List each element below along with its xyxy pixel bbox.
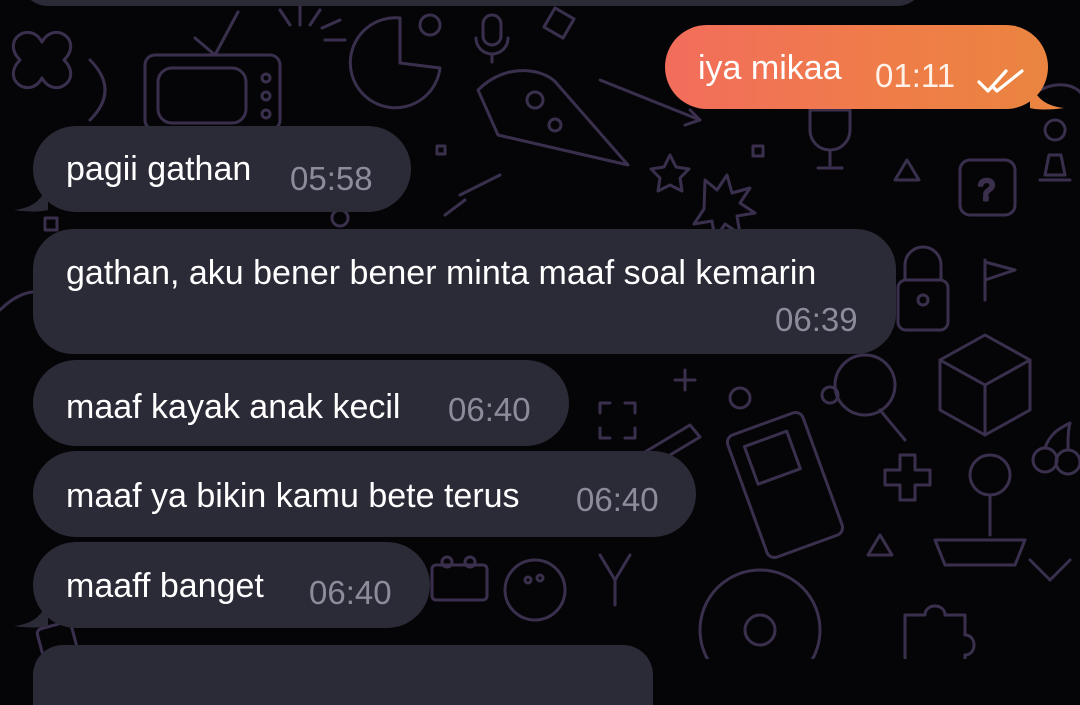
message-bubble-partial-top: [20, 0, 925, 6]
message-bubble-partial-bottom: [33, 645, 653, 705]
message-time: 05:58: [290, 160, 373, 197]
message-text: maaff banget: [66, 567, 264, 605]
message-bubble-incoming[interactable]: pagii gathan 05:58: [33, 126, 411, 212]
message-bubble-incoming[interactable]: maaf ya bikin kamu bete terus 06:40: [33, 451, 696, 537]
message-text: maaf ya bikin kamu bete terus: [66, 477, 520, 515]
message-time: 06:40: [576, 481, 659, 518]
message-bubble-incoming[interactable]: maaff banget 06:40: [33, 542, 430, 628]
message-bubble-outgoing[interactable]: iya mikaa 01:11: [665, 25, 1048, 109]
svg-text:?: ?: [978, 174, 995, 207]
double-check-icon: [977, 69, 1024, 93]
bubble-tail-incoming: [14, 598, 48, 628]
bubble-tail-incoming: [14, 182, 48, 212]
message-time: 01:11: [875, 57, 956, 94]
bubble-tail-outgoing: [1030, 80, 1064, 110]
message-bubble-incoming[interactable]: maaf kayak anak kecil 06:40: [33, 360, 569, 446]
message-time: 06:40: [448, 391, 531, 428]
message-text: pagii gathan: [66, 150, 252, 188]
message-text: maaf kayak anak kecil: [66, 388, 401, 426]
message-text: gathan, aku bener bener minta maaf soal …: [66, 254, 817, 292]
message-bubble-incoming[interactable]: gathan, aku bener bener minta maaf soal …: [33, 229, 896, 354]
message-time: 06:39: [775, 301, 858, 338]
message-time: 06:40: [309, 574, 392, 611]
message-text: iya mikaa: [698, 49, 842, 87]
